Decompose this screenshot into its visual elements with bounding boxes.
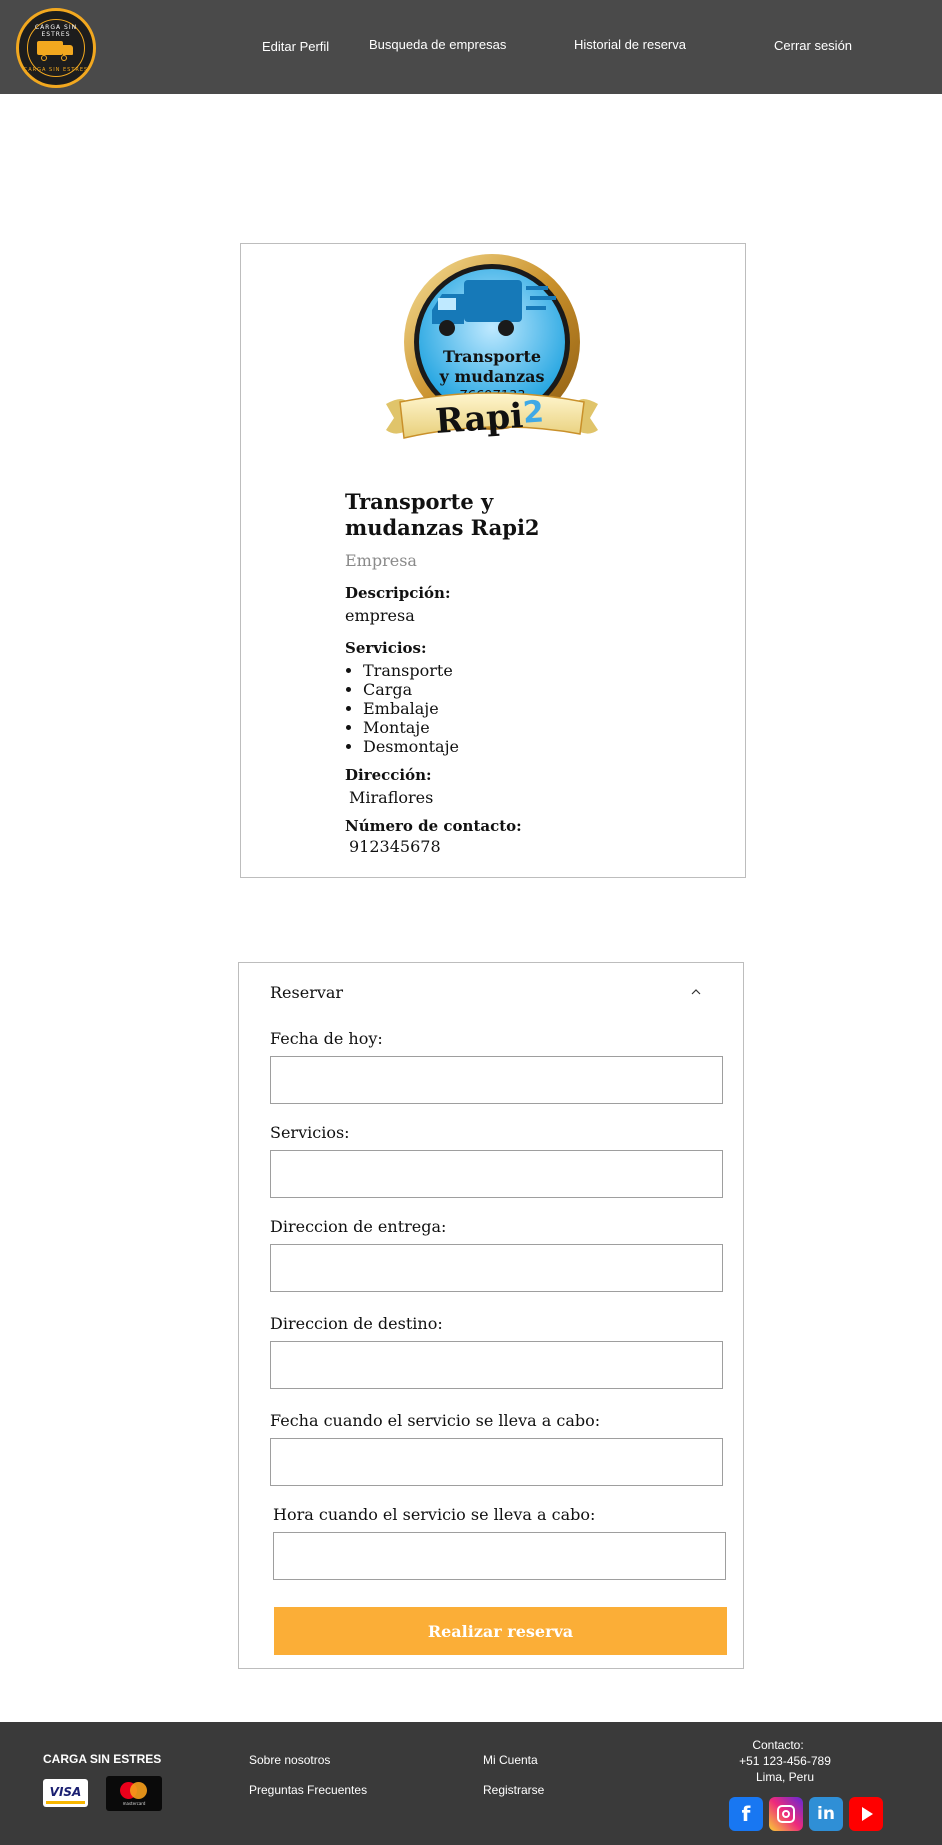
- address-value: Miraflores: [349, 788, 434, 807]
- footer-link-faq[interactable]: Preguntas Frecuentes: [249, 1783, 367, 1797]
- mastercard-orange-circle: [130, 1782, 147, 1799]
- mastercard-label: mastercard: [122, 1801, 146, 1806]
- services-list: Transporte Carga Embalaje Montaje Desmon…: [363, 661, 725, 756]
- label-today-date: Fecha de hoy:: [270, 1029, 383, 1048]
- contact-city: Lima, Peru: [755, 1770, 815, 1784]
- nav-logout[interactable]: Cerrar sesión: [774, 38, 852, 53]
- destination-address-input[interactable]: [270, 1341, 723, 1389]
- visa-card-icon: VISA: [43, 1779, 88, 1807]
- wheel-shape: [61, 55, 67, 61]
- chevron-up-icon[interactable]: [691, 987, 701, 997]
- instagram-icon[interactable]: [769, 1797, 803, 1831]
- mastercard-icon: mastercard: [106, 1776, 162, 1811]
- reservation-accordion: Reservar Fecha de hoy: Servicios: Direcc…: [238, 962, 744, 1669]
- nav-booking-history[interactable]: Historial de reserva: [574, 37, 686, 52]
- truck-icon: [37, 41, 63, 55]
- logo-text-bottom: CARGA SIN ESTRES: [23, 67, 89, 73]
- service-item: Montaje: [363, 718, 725, 737]
- facebook-icon[interactable]: f: [729, 1797, 763, 1831]
- site-logo[interactable]: CARGA SIN ESTRES CARGA SIN ESTRES: [16, 8, 96, 88]
- footer-link-register[interactable]: Registrarse: [483, 1783, 544, 1797]
- footer: CARGA SIN ESTRES VISA mastercard Sobre n…: [0, 1722, 942, 1845]
- submit-reservation-button[interactable]: Realizar reserva: [274, 1607, 727, 1655]
- service-time-input[interactable]: [273, 1532, 726, 1580]
- today-date-input[interactable]: [270, 1056, 723, 1104]
- truck-cab-shape: [63, 45, 73, 55]
- service-item: Embalaje: [363, 699, 725, 718]
- label-service-time: Hora cuando el servicio se lleva a cabo:: [273, 1505, 596, 1524]
- badge-line1: Transporte: [443, 347, 541, 366]
- footer-link-account[interactable]: Mi Cuenta: [483, 1753, 538, 1767]
- company-details: Transporte y mudanzas Rapi2 Empresa Desc…: [345, 489, 725, 856]
- nav-edit-profile[interactable]: Editar Perfil: [262, 39, 329, 54]
- description-label: Descripción:: [345, 584, 451, 602]
- ribbon-text: Rapi: [434, 396, 524, 442]
- visa-stripe: [46, 1801, 85, 1804]
- service-item: Desmontaje: [363, 737, 725, 756]
- label-delivery-address: Direccion de entrega:: [270, 1217, 447, 1236]
- service-item: Transporte: [363, 661, 725, 680]
- linkedin-icon[interactable]: in: [809, 1797, 843, 1831]
- nav-company-search[interactable]: Busqueda de empresas: [369, 37, 506, 52]
- services-input[interactable]: [270, 1150, 723, 1198]
- youtube-icon[interactable]: [849, 1797, 883, 1831]
- address-label: Dirección:: [345, 766, 432, 784]
- logo-text-top: CARGA SIN ESTRES: [34, 24, 78, 38]
- company-type: Empresa: [345, 551, 417, 570]
- ribbon-number: 2: [522, 394, 545, 430]
- company-name: Transporte y mudanzas Rapi2: [345, 489, 540, 540]
- service-date-input[interactable]: [270, 1438, 723, 1486]
- delivery-address-input[interactable]: [270, 1244, 723, 1292]
- company-profile-card: Transporte y mudanzas 76697133 Rapi 2 Tr…: [240, 243, 746, 878]
- top-navbar: CARGA SIN ESTRES CARGA SIN ESTRES Editar…: [0, 0, 942, 94]
- wheel-shape: [41, 55, 47, 61]
- label-destination-address: Direccion de destino:: [270, 1314, 443, 1333]
- service-item: Carga: [363, 680, 725, 699]
- footer-brand: CARGA SIN ESTRES: [43, 1752, 162, 1766]
- footer-link-about[interactable]: Sobre nosotros: [249, 1753, 330, 1767]
- services-label: Servicios:: [345, 639, 427, 657]
- contact-label: Número de contacto:: [345, 817, 522, 835]
- footer-contact: Contacto: +51 123-456-789 Lima, Peru: [700, 1737, 870, 1785]
- label-service-date: Fecha cuando el servicio se lleva a cabo…: [270, 1411, 601, 1430]
- badge-line2: y mudanzas: [438, 367, 544, 386]
- contact-value: 912345678: [349, 837, 441, 856]
- visa-label: VISA: [49, 1785, 82, 1799]
- contact-phone: +51 123-456-789: [739, 1754, 831, 1768]
- reservation-title[interactable]: Reservar: [270, 983, 343, 1002]
- label-services: Servicios:: [270, 1123, 350, 1142]
- description-value: empresa: [345, 606, 415, 625]
- company-logo-badge: Transporte y mudanzas 76697133 Rapi 2: [386, 254, 598, 442]
- contact-title: Contacto:: [752, 1738, 804, 1752]
